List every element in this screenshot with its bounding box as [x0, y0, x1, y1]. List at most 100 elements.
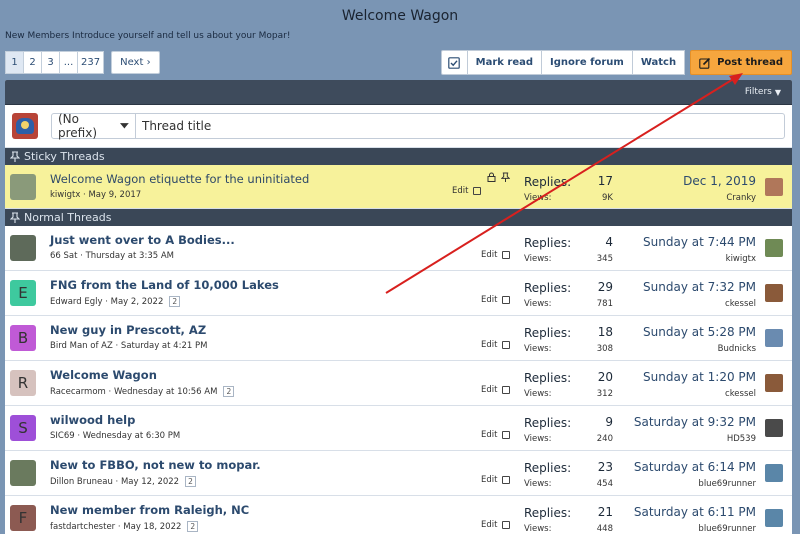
views-label: Views: [524, 524, 552, 534]
thread-title-link[interactable]: New guy in Prescott, AZ [50, 323, 207, 337]
ignore-forum-button[interactable]: Ignore forum [541, 50, 633, 75]
thread-title-link[interactable]: New member from Raleigh, NC [50, 503, 249, 517]
page-link-last[interactable]: 237 [77, 51, 105, 74]
edit-link[interactable]: Edit [481, 385, 497, 395]
thread-start-date[interactable]: May 2, 2022 [111, 297, 164, 307]
thread-page-link[interactable]: 2 [187, 521, 199, 532]
last-post-date[interactable]: Sunday at 7:44 PM [643, 235, 756, 249]
last-post-date[interactable]: Sunday at 5:28 PM [643, 325, 756, 339]
edit-link[interactable]: Edit [481, 295, 497, 305]
thread-main: New to FBBO, not new to mopar. Dillon Bru… [50, 458, 261, 487]
last-post-user[interactable]: Budnicks [718, 344, 756, 354]
edit-link[interactable]: Edit [481, 250, 497, 260]
thread-start-date[interactable]: Wednesday at 10:56 AM [114, 387, 218, 397]
select-thread-checkbox[interactable] [502, 386, 511, 394]
thread-title-link[interactable]: FNG from the Land of 10,000 Lakes [50, 278, 279, 292]
thread-start-date[interactable]: May 9, 2017 [88, 190, 141, 200]
select-thread-checkbox[interactable] [473, 187, 482, 195]
thread-author[interactable]: Racecarmom [50, 387, 106, 397]
thread-start-date[interactable]: Wednesday at 6:30 PM [83, 431, 180, 441]
last-poster-avatar[interactable] [765, 464, 783, 482]
last-post-date[interactable]: Sunday at 1:20 PM [643, 370, 756, 384]
thread-meta: fastdartchester · May 18, 2022 2 [50, 521, 249, 532]
last-poster-avatar[interactable] [765, 284, 783, 302]
thread-avatar[interactable]: B [10, 325, 36, 351]
edit-thread: Edit [481, 430, 511, 440]
select-thread-checkbox[interactable] [502, 521, 511, 529]
watch-button[interactable]: Watch [631, 50, 686, 75]
edit-link[interactable]: Edit [481, 340, 497, 350]
last-post-user[interactable]: blue69runner [698, 479, 756, 489]
last-post-user[interactable]: ckessel [725, 389, 756, 399]
next-page-button[interactable]: Next › [111, 51, 160, 74]
thread-title-input[interactable] [136, 114, 784, 138]
thread-title-link[interactable]: wilwood help [50, 413, 180, 427]
replies-count: 20 [597, 370, 613, 384]
thread-author[interactable]: kiwigtx [50, 190, 80, 200]
thread-title-link[interactable]: Welcome Wagon [50, 368, 234, 382]
page-link-3[interactable]: 3 [41, 51, 60, 74]
views-count: 454 [596, 479, 613, 489]
last-poster-avatar[interactable] [765, 419, 783, 437]
last-post-user[interactable]: Cranky [726, 193, 756, 203]
thread-title-link[interactable]: Welcome Wagon etiquette for the uninitia… [50, 172, 309, 186]
last-poster-avatar[interactable] [765, 178, 783, 196]
last-post-date[interactable]: Saturday at 9:32 PM [634, 415, 756, 429]
views-label: Views: [524, 254, 552, 264]
edit-link[interactable]: Edit [481, 430, 497, 440]
last-post-date[interactable]: Sunday at 7:32 PM [643, 280, 756, 294]
page-link-1[interactable]: 1 [5, 51, 24, 74]
last-post-date[interactable]: Dec 1, 2019 [683, 174, 756, 188]
last-poster-avatar[interactable] [765, 374, 783, 392]
last-post-date[interactable]: Saturday at 6:14 PM [634, 460, 756, 474]
select-thread-checkbox[interactable] [502, 341, 511, 349]
select-thread-checkbox[interactable] [502, 431, 511, 439]
last-post-date[interactable]: Saturday at 6:11 PM [634, 505, 756, 519]
thread-start-date[interactable]: Thursday at 3:35 AM [86, 251, 174, 261]
edit-link[interactable]: Edit [452, 186, 468, 196]
post-thread-button[interactable]: Post thread [690, 50, 792, 75]
thread-author[interactable]: SIC69 [50, 431, 75, 441]
mark-read-button[interactable]: Mark read [466, 50, 543, 75]
select-threads-button[interactable] [440, 50, 468, 75]
edit-link[interactable]: Edit [481, 520, 497, 530]
thread-page-link[interactable]: 2 [223, 386, 235, 397]
select-thread-checkbox[interactable] [502, 251, 511, 259]
last-poster-avatar[interactable] [765, 509, 783, 527]
select-thread-checkbox[interactable] [502, 296, 511, 304]
last-post-user[interactable]: kiwigtx [726, 254, 756, 264]
thread-avatar[interactable]: F [10, 505, 36, 531]
thread-author[interactable]: Bird Man of AZ [50, 341, 113, 351]
views-count: 345 [596, 254, 613, 264]
prefix-select[interactable]: (No prefix) [52, 112, 136, 140]
last-post-user[interactable]: ckessel [725, 299, 756, 309]
thread-avatar[interactable] [10, 460, 36, 486]
edit-thread: Edit [481, 520, 511, 530]
edit-thread: Edit [452, 186, 482, 196]
thread-title-link[interactable]: Just went over to A Bodies... [50, 233, 235, 247]
page-jump[interactable]: ... [59, 51, 78, 74]
thread-start-date[interactable]: May 12, 2022 [121, 477, 179, 487]
edit-link[interactable]: Edit [481, 475, 497, 485]
thread-author[interactable]: fastdartchester [50, 522, 115, 532]
filters-menu[interactable]: Filters [745, 87, 772, 97]
last-post-user[interactable]: blue69runner [698, 524, 756, 534]
thread-author[interactable]: Edward Egly [50, 297, 103, 307]
thread-title-link[interactable]: New to FBBO, not new to mopar. [50, 458, 261, 472]
thread-page-link[interactable]: 2 [169, 296, 181, 307]
thread-avatar[interactable] [10, 174, 36, 200]
last-poster-avatar[interactable] [765, 239, 783, 257]
thread-avatar[interactable]: S [10, 415, 36, 441]
thread-avatar[interactable]: E [10, 280, 36, 306]
thread-author[interactable]: Dillon Bruneau [50, 477, 113, 487]
last-post-user[interactable]: HD539 [727, 434, 756, 444]
thread-start-date[interactable]: Saturday at 4:21 PM [121, 341, 208, 351]
select-thread-checkbox[interactable] [502, 476, 511, 484]
last-poster-avatar[interactable] [765, 329, 783, 347]
thread-avatar[interactable] [10, 235, 36, 261]
thread-author[interactable]: 66 Sat [50, 251, 77, 261]
thread-avatar[interactable]: R [10, 370, 36, 396]
page-link-2[interactable]: 2 [23, 51, 42, 74]
thread-start-date[interactable]: May 18, 2022 [123, 522, 181, 532]
thread-page-link[interactable]: 2 [185, 476, 196, 487]
